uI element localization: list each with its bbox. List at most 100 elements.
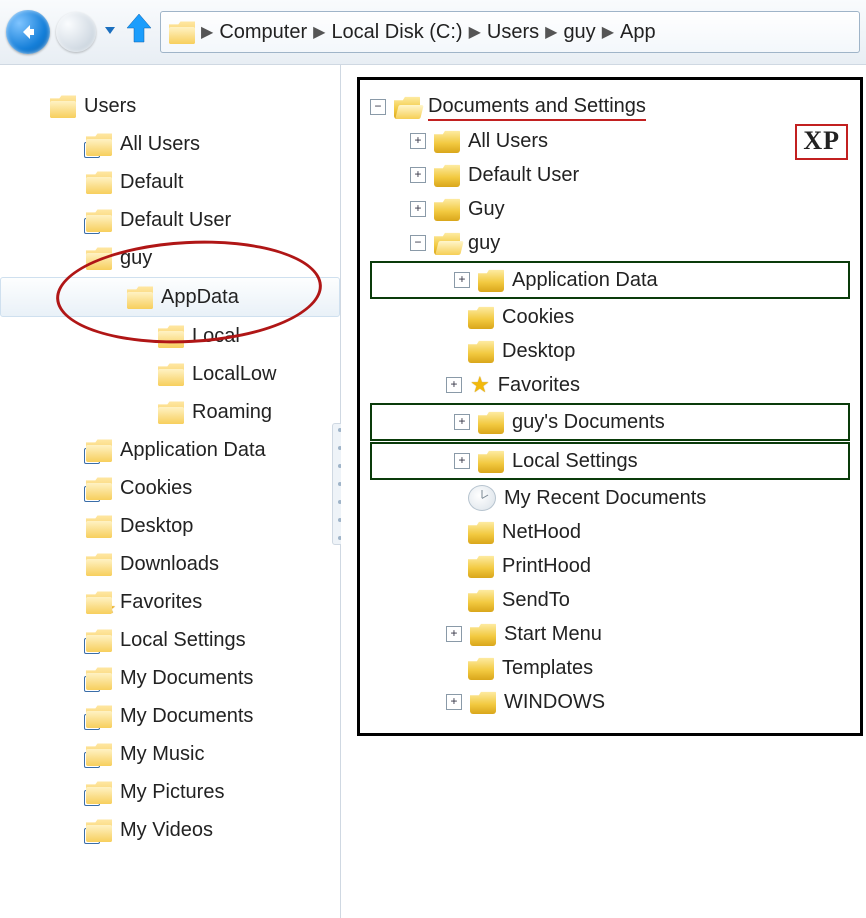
breadcrumb-item[interactable]: guy <box>563 21 595 44</box>
tree-item[interactable]: Application Data <box>0 431 340 469</box>
breadcrumb-item[interactable]: Computer <box>219 21 307 44</box>
folder-icon <box>86 246 112 270</box>
collapse-icon[interactable]: − <box>410 235 426 251</box>
tree-item[interactable]: NetHood <box>370 515 850 549</box>
tree-item-root[interactable]: − Documents and Settings <box>370 90 850 124</box>
expand-icon[interactable]: + <box>454 272 470 288</box>
up-button[interactable] <box>124 12 154 52</box>
recent-dropdown[interactable] <box>102 21 118 44</box>
tree-item[interactable]: ★ Favorites <box>0 583 340 621</box>
tree-item-label: Cookies <box>502 306 574 329</box>
tree-item[interactable]: +★Favorites <box>370 368 850 402</box>
folder-shortcut-icon <box>86 628 112 652</box>
tree-item[interactable]: My Videos <box>0 811 340 849</box>
tree-item[interactable]: Desktop <box>0 507 340 545</box>
tree-item-label: Local Settings <box>512 450 638 473</box>
tree-item-label: AppData <box>161 286 239 309</box>
tree-item[interactable]: + Local Settings <box>370 442 850 480</box>
tree-item[interactable]: My Recent Documents <box>370 481 850 515</box>
expand-icon[interactable]: + <box>410 167 426 183</box>
tree-item[interactable]: Default User <box>0 201 340 239</box>
expand-icon[interactable]: + <box>410 133 426 149</box>
tree-item[interactable]: +Default User <box>370 158 850 192</box>
folder-icon <box>468 305 494 329</box>
tree-item[interactable]: guy <box>0 239 340 277</box>
tree-item[interactable]: Default <box>0 163 340 201</box>
breadcrumb-item[interactable]: App <box>620 21 656 44</box>
breadcrumb-item[interactable]: Users <box>487 21 539 44</box>
tree-item[interactable]: SendTo <box>370 583 850 617</box>
folder-icon <box>470 690 496 714</box>
content-pane: XP − Documents and Settings +All Users+D… <box>341 65 866 918</box>
tree-item[interactable]: +WINDOWS <box>370 685 850 719</box>
tree-item-label: Start Menu <box>504 623 602 646</box>
tree-item[interactable]: PrintHood <box>370 549 850 583</box>
folder-shortcut-icon <box>86 132 112 156</box>
tree-item[interactable]: Downloads <box>0 545 340 583</box>
tree-item-label: Favorites <box>120 591 202 614</box>
forward-button[interactable] <box>56 12 96 52</box>
folder-tree: Users All Users Default Default Userguy App… <box>0 87 340 849</box>
spacer <box>446 310 460 324</box>
tree-item[interactable]: AppData <box>0 277 340 317</box>
expand-icon[interactable]: + <box>446 377 462 393</box>
tree-item-label: All Users <box>468 130 548 153</box>
tree-item[interactable]: Cookies <box>370 300 850 334</box>
address-bar[interactable]: ▶ Computer ▶ Local Disk (C:) ▶ Users ▶ g… <box>160 11 860 53</box>
tree-item-label: PrintHood <box>502 555 591 578</box>
back-button[interactable] <box>6 10 50 54</box>
expand-icon[interactable]: + <box>454 414 470 430</box>
expand-icon[interactable]: + <box>410 201 426 217</box>
explorer-toolbar: ▶ Computer ▶ Local Disk (C:) ▶ Users ▶ g… <box>0 0 866 65</box>
folder-icon <box>478 410 504 434</box>
expand-icon[interactable]: + <box>454 453 470 469</box>
chevron-icon: ▶ <box>600 22 616 42</box>
tree-item[interactable]: Desktop <box>370 334 850 368</box>
expand-icon[interactable]: + <box>446 626 462 642</box>
folder-shortcut-icon <box>86 438 112 462</box>
xp-badge: XP <box>795 124 848 160</box>
tree-item-root[interactable]: Users <box>0 87 340 125</box>
tree-item[interactable]: My Music <box>0 735 340 773</box>
tree-item[interactable]: Cookies <box>0 469 340 507</box>
tree-item[interactable]: Local Settings <box>0 621 340 659</box>
tree-item[interactable]: −guy <box>370 226 850 260</box>
tree-item-label: Default <box>120 171 183 194</box>
folder-icon <box>468 520 494 544</box>
tree-item[interactable]: My Documents <box>0 697 340 735</box>
tree-item-label: My Pictures <box>120 781 224 804</box>
tree-item[interactable]: My Documents <box>0 659 340 697</box>
tree-item[interactable]: +Application Data <box>370 261 850 299</box>
tree-item[interactable]: All Users <box>0 125 340 163</box>
tree-item-label: All Users <box>120 133 200 156</box>
tree-item-label: Guy <box>468 198 505 221</box>
tree-item[interactable]: LocalLow <box>0 355 340 393</box>
folder-icon <box>158 324 184 348</box>
chevron-icon: ▶ <box>311 22 327 42</box>
folder-icon <box>434 197 460 221</box>
tree-item[interactable]: + Start Menu <box>370 617 850 651</box>
tree-item[interactable]: + Guy <box>370 192 850 226</box>
tree-item[interactable]: + All Users <box>370 124 850 158</box>
folder-icon <box>158 400 184 424</box>
breadcrumb-item[interactable]: Local Disk (C:) <box>331 21 462 44</box>
tree-item-label: Favorites <box>498 374 580 397</box>
tree-item-label: My Documents <box>120 667 253 690</box>
folder-open-icon <box>394 95 420 119</box>
tree-item[interactable]: Roaming <box>0 393 340 431</box>
tree-item-label: My Music <box>120 743 204 766</box>
tree-item[interactable]: Templates <box>370 651 850 685</box>
collapse-icon[interactable]: − <box>370 99 386 115</box>
tree-item-label: Desktop <box>502 340 575 363</box>
chevron-icon: ▶ <box>467 22 483 42</box>
tree-item[interactable]: My Pictures <box>0 773 340 811</box>
tree-item-label: My Documents <box>120 705 253 728</box>
tree-item[interactable]: Local <box>0 317 340 355</box>
favorites-folder-icon: ★ <box>86 590 112 614</box>
tree-item-label: Templates <box>502 657 593 680</box>
folder-icon <box>50 94 76 118</box>
spacer <box>446 491 460 505</box>
tree-item[interactable]: +guy's Documents <box>370 403 850 441</box>
spacer <box>446 559 460 573</box>
expand-icon[interactable]: + <box>446 694 462 710</box>
